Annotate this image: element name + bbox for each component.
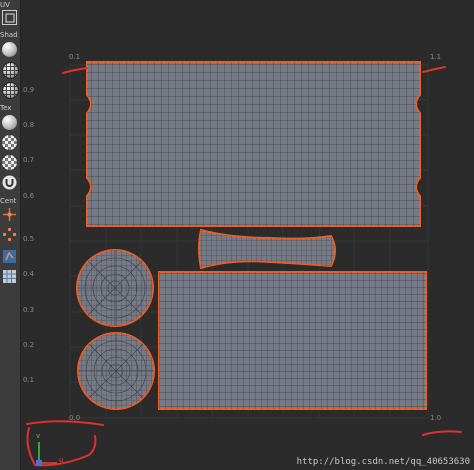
grid-label-top-right: 1.1 xyxy=(430,53,442,61)
u-axis-letter: u xyxy=(59,456,64,464)
shaded-sphere-icon[interactable] xyxy=(2,42,17,57)
uv-label: UV xyxy=(0,1,10,9)
magnet-icon[interactable] xyxy=(2,175,17,190)
v-label: 0.7 xyxy=(23,156,35,164)
checker-sphere-icon[interactable] xyxy=(2,155,17,170)
v-label: 0.9 xyxy=(23,86,35,94)
v-label: 0.3 xyxy=(23,306,35,314)
textured-sphere-icon[interactable] xyxy=(2,82,19,99)
v-label: 0.2 xyxy=(23,341,35,349)
uv-axis-gizmo xyxy=(36,442,57,466)
grid-icon[interactable] xyxy=(2,269,17,284)
plain-sphere-icon[interactable] xyxy=(2,115,17,130)
wireframe-sphere-icon[interactable] xyxy=(2,62,19,79)
watermark: http://blog.csdn.net/qq_40653630 xyxy=(296,457,470,467)
uv-shell-circle-top xyxy=(76,249,154,327)
texture-label: Tex xyxy=(0,104,12,112)
uv-shell-circle-bottom xyxy=(77,332,155,410)
centering-label: Cent xyxy=(0,197,17,205)
v-label: 0.8 xyxy=(23,121,35,129)
v-label: 0.4 xyxy=(23,270,35,278)
shading-label: Shad xyxy=(0,31,18,39)
checker-sphere-icon[interactable] xyxy=(2,135,17,150)
v-label: 0.5 xyxy=(23,235,35,243)
grid-label-bottom-left: 0.0 xyxy=(69,414,81,422)
center-pivot-icon[interactable] xyxy=(2,227,17,242)
center-pivot-icon[interactable] xyxy=(2,207,17,222)
v-axis-letter: v xyxy=(36,432,41,440)
v-label: 0.6 xyxy=(23,192,35,200)
v-label: 0.1 xyxy=(23,376,35,384)
uv-shell-icon[interactable] xyxy=(2,249,17,264)
uv-editor-viewport[interactable]: 0.1 1.1 0.0 1.0 0.9 0.8 0.7 0.6 0.5 0.4 … xyxy=(21,0,474,470)
uv-toolbar: UV Shad Tex Cent xyxy=(0,0,21,470)
grid-label-top-left: 0.1 xyxy=(69,53,81,61)
select-tool-icon[interactable] xyxy=(2,10,17,25)
grid-label-bottom-right: 1.0 xyxy=(430,414,442,422)
